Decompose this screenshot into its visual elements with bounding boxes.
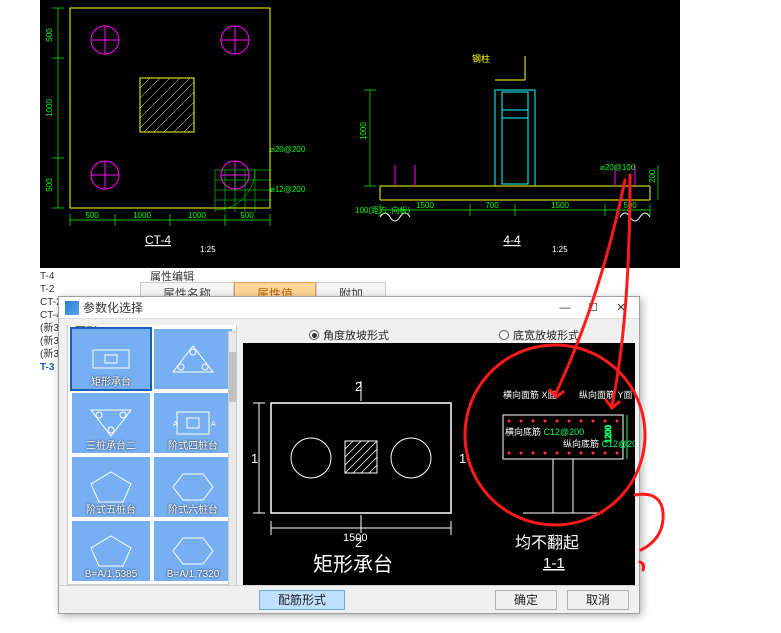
svg-text:1000: 1000	[188, 211, 206, 220]
gallery-item-tri[interactable]	[154, 329, 232, 389]
svg-text:500: 500	[240, 211, 254, 220]
ok-button[interactable]: 确定	[495, 590, 557, 610]
svg-text:横向面筋 X面: 横向面筋 X面	[503, 389, 557, 400]
svg-text:1: 1	[251, 451, 258, 466]
svg-text:横向底筋 C12@200: 横向底筋 C12@200	[505, 426, 584, 437]
svg-text:500: 500	[45, 28, 54, 42]
shape-gallery[interactable]: 矩形承台 三桩承台二 AA 阶式四桩台 阶式五桩台	[67, 325, 237, 585]
gallery-item-step5[interactable]: 阶式五桩台	[72, 457, 150, 517]
svg-text:A: A	[173, 421, 178, 428]
gallery-scrollbar[interactable]	[228, 331, 237, 589]
minimize-button[interactable]: —	[551, 299, 579, 317]
svg-text:纵向底筋 C12@200: 纵向底筋 C12@200	[563, 438, 635, 449]
preview-note: 均不翻起	[515, 534, 579, 552]
parametric-select-dialog: 参数化选择 — ☐ ✕ 图形 角度放坡形式 底宽放坡形式 矩形承台	[58, 296, 640, 614]
preview-canvas: 2 2 1 1 1500 矩形承台	[243, 343, 635, 585]
svg-text:钢柱: 钢柱	[472, 53, 490, 64]
rebar-style-button[interactable]: 配筋形式	[259, 590, 345, 610]
svg-text:500: 500	[45, 178, 54, 192]
svg-text:100(距方..向板): 100(距方..向板)	[355, 205, 410, 215]
tree-fragment: T-4 T-2 CT-2 CT-4 (新3 (新3 (新3 T-3	[40, 270, 60, 430]
svg-text:1500: 1500	[343, 532, 367, 544]
preview-label: 矩形承台	[313, 553, 393, 576]
svg-text:700: 700	[485, 201, 499, 210]
svg-text:A: A	[211, 421, 216, 428]
svg-text:1000: 1000	[45, 99, 54, 117]
svg-text:⌀20@200: ⌀20@200	[270, 145, 306, 154]
svg-text:1000: 1000	[133, 211, 151, 220]
svg-text:纵向面筋 Y面: 纵向面筋 Y面	[579, 389, 633, 400]
gallery-item-ratio1[interactable]: B=A/1.5385	[72, 521, 150, 581]
svg-text:2: 2	[355, 379, 362, 394]
svg-text:1500: 1500	[551, 201, 569, 210]
svg-text:⌀20@100: ⌀20@100	[600, 163, 636, 172]
gallery-item-3pile2[interactable]: 三桩承台二	[72, 393, 150, 453]
svg-text:⌀12@200: ⌀12@200	[270, 185, 306, 194]
cad-drawing-viewport[interactable]: 500 1000 1000 500 500 1000 500 ⌀20@200 ⌀…	[40, 0, 680, 268]
gallery-item-step4[interactable]: AA 阶式四桩台	[154, 393, 232, 453]
gallery-item-rect[interactable]: 矩形承台	[72, 329, 150, 389]
close-button[interactable]: ✕	[607, 299, 635, 317]
dim-text: 500	[85, 211, 99, 220]
dialog-title: 参数化选择	[83, 299, 551, 316]
cancel-button[interactable]: 取消	[567, 590, 629, 610]
svg-text:1: 1	[459, 451, 466, 466]
svg-text:1:25: 1:25	[552, 245, 568, 254]
radio-width-slope[interactable]: 底宽放坡形式	[499, 327, 579, 343]
gallery-item-ratio2[interactable]: B=A/1.7320	[154, 521, 232, 581]
svg-text:1200: 1200	[604, 425, 613, 443]
gallery-item-step6[interactable]: 阶式六桩台	[154, 457, 232, 517]
svg-text:1500: 1500	[416, 201, 434, 210]
section-label: 4-4	[503, 233, 521, 247]
svg-text:500: 500	[623, 201, 637, 210]
svg-text:200: 200	[648, 169, 657, 183]
app-icon	[65, 301, 79, 315]
svg-text:1000: 1000	[359, 122, 368, 140]
dialog-titlebar[interactable]: 参数化选择 — ☐ ✕	[59, 297, 639, 319]
maximize-button[interactable]: ☐	[579, 299, 607, 317]
plan-label: CT-4	[145, 233, 171, 247]
radio-angle-slope[interactable]: 角度放坡形式	[309, 327, 389, 343]
svg-text:1:25: 1:25	[200, 245, 216, 254]
preview-section-label: 1-1	[543, 555, 565, 572]
